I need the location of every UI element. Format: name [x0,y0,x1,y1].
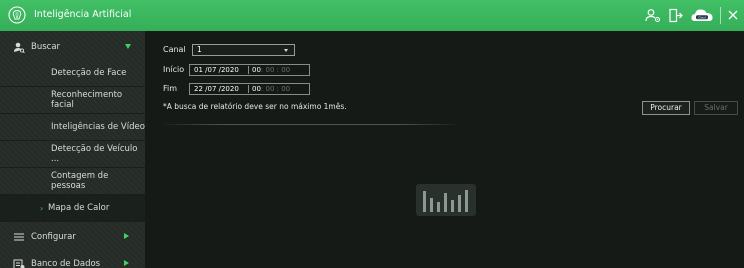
chevron-down-icon [125,44,131,49]
canal-label: Canal [163,45,186,54]
top-bar: Inteligência Artificial Cloud [0,0,744,31]
sidebar-item-banco-dados[interactable]: Banco de Dados [0,250,145,268]
brand: Inteligência Artificial [8,6,131,24]
inicio-hour: 00 [252,66,261,74]
sidebar-item-label: Configurar [31,231,76,242]
sidebar-item-label: Buscar [31,41,61,52]
list-icon [14,233,24,241]
fim-datetime-field[interactable]: 22 /07 /2020 00: 00 : 00 [189,83,310,95]
app-title: Inteligência Artificial [34,9,132,20]
sidebar-item-label: Detecção de Veículo ... [51,144,138,164]
sidebar-item-label: Contagem de pessoas [51,171,109,191]
search-limit-note: *A busca de relatório deve ser no máximo… [163,102,347,111]
sidebar: Buscar Detecção de Face Reconhecimento f… [0,31,145,268]
loading-icon [416,184,476,216]
svg-text:Cloud: Cloud [698,15,706,19]
fim-label: Fim [163,84,178,93]
chevron-down-icon [284,49,288,52]
ai-brain-icon [8,6,26,24]
sidebar-item-deteccao-veiculo[interactable]: Detecção de Veículo ... [0,141,145,168]
inicio-time-input[interactable]: 00: 00 : 00 [252,65,290,75]
close-icon[interactable] [728,10,738,20]
inicio-label: Início [163,65,185,74]
chevron-right-icon [124,260,129,266]
sidebar-item-reconhecimento-facial[interactable]: Reconhecimento facial [0,87,145,114]
sidebar-item-buscar[interactable]: Buscar [0,33,145,60]
inicio-date-input[interactable]: 01 /07 /2020 [190,65,248,75]
save-button[interactable]: Salvar [694,101,738,115]
sidebar-item-label: Banco de Dados [31,258,101,268]
canal-select[interactable]: 1 [192,44,295,56]
sidebar-item-label: Reconhecimento facial [51,90,123,110]
sidebar-item-deteccao-face[interactable]: Detecção de Face [0,60,145,87]
sidebar-item-configurar[interactable]: Configurar [0,223,145,250]
logout-icon[interactable] [669,8,683,23]
header-divider [720,7,721,24]
active-marker-icon: › [40,203,44,213]
inicio-minutes-seconds: : 00 : 00 [260,66,291,74]
search-button[interactable]: Procurar [642,101,690,115]
sidebar-item-inteligencias-video[interactable]: Inteligências de Vídeo [0,114,145,141]
field-separator [248,66,249,74]
sidebar-item-mapa-calor[interactable]: › Mapa de Calor [0,195,145,222]
sidebar-item-label: Inteligências de Vídeo [51,122,145,132]
sidebar-item-label: Mapa de Calor [48,203,110,213]
chevron-right-icon [124,233,129,239]
field-separator [248,85,249,93]
fim-date-input[interactable]: 22 /07 /2020 [190,84,248,94]
fim-minutes-seconds: : 00 : 00 [260,85,291,93]
search-person-icon [14,42,25,53]
main-panel: Canal 1 Início 01 /07 /2020 00: 00 : 00 … [145,31,744,268]
cloud-icon[interactable]: Cloud [690,6,714,25]
section-divider [163,124,458,125]
canal-value: 1 [197,45,202,54]
fim-time-input[interactable]: 00: 00 : 00 [252,84,290,94]
fim-hour: 00 [252,85,261,93]
database-icon [13,259,25,268]
sidebar-item-contagem-pessoas[interactable]: Contagem de pessoas [0,168,145,195]
sidebar-item-label: Detecção de Face [51,68,127,78]
inicio-datetime-field[interactable]: 01 /07 /2020 00: 00 : 00 [189,64,310,76]
user-settings-icon[interactable] [645,8,661,23]
